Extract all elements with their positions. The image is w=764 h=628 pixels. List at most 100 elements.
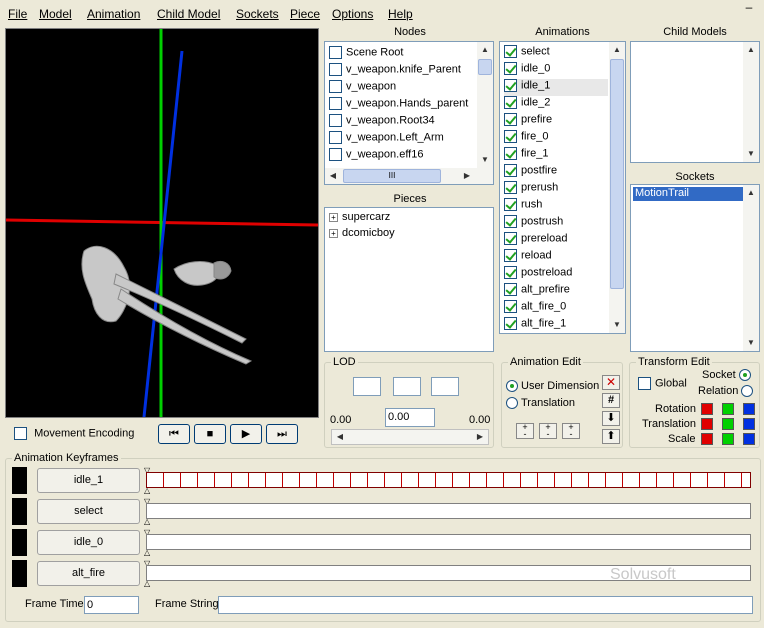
lod-box-2[interactable] [393, 377, 421, 396]
user-dimension-radio[interactable]: User Dimension [506, 380, 599, 393]
track-button-alt-fire[interactable]: alt_fire [37, 561, 140, 586]
scroll-down-icon[interactable]: ▼ [477, 152, 493, 168]
movement-encoding-checkbox[interactable]: Movement Encoding [14, 427, 134, 440]
sockets-list[interactable]: MotionTrail ▲ ▼ [630, 184, 760, 352]
node-item[interactable]: v_weapon.Root34 [329, 114, 435, 131]
3d-viewport[interactable] [5, 28, 319, 418]
animation-item[interactable]: select [504, 45, 550, 62]
track-button-select[interactable]: select [37, 499, 140, 524]
node-item[interactable]: v_weapon.knife_Parent [329, 63, 461, 80]
menu-file[interactable]: File [8, 7, 27, 21]
animation-item[interactable]: postfire [504, 164, 557, 181]
pieces-tree[interactable]: + supercarz + dcomicboy [324, 207, 494, 352]
animation-item-selected[interactable]: idle_1 [504, 79, 608, 96]
relation-radio[interactable]: Relation [698, 385, 756, 398]
menu-child-model[interactable]: Child Model [157, 7, 220, 21]
child-models-vscroll[interactable]: ▲ ▼ [743, 42, 759, 162]
nodes-vscroll[interactable]: ▲ ▼ [477, 42, 493, 168]
plus-minus-button-z[interactable]: + - [562, 423, 580, 439]
animation-item[interactable]: alt_fire_1 [504, 317, 566, 334]
animation-item[interactable]: fire_1 [504, 147, 549, 164]
expand-icon[interactable]: + [329, 228, 338, 238]
animation-checkbox[interactable] [504, 130, 517, 143]
scale-x-button[interactable] [701, 433, 713, 445]
tree-item[interactable]: + dcomicboy [329, 227, 395, 244]
animation-checkbox[interactable] [504, 266, 517, 279]
node-item[interactable]: v_weapon.Left_Arm [329, 131, 444, 148]
scroll-right-icon[interactable]: ▶ [459, 168, 475, 184]
animation-checkbox[interactable] [504, 96, 517, 109]
scroll-right-icon[interactable]: ▶ [472, 429, 488, 445]
stop-button[interactable]: ■ [194, 424, 226, 444]
global-checkbox[interactable]: Global [638, 377, 687, 390]
rotation-y-button[interactable] [722, 403, 734, 415]
menu-piece[interactable]: Piece [290, 7, 320, 21]
scroll-up-icon[interactable]: ▲ [743, 42, 759, 58]
movement-encoding-box[interactable] [14, 427, 27, 440]
child-models-list[interactable]: ▲ ▼ [630, 41, 760, 163]
scroll-up-icon[interactable]: ▲ [743, 185, 759, 201]
scroll-up-icon[interactable]: ▲ [609, 42, 625, 58]
node-checkbox[interactable] [329, 148, 342, 161]
scroll-thumb[interactable]: III [343, 169, 441, 183]
node-checkbox[interactable] [329, 97, 342, 110]
track-button-idle-0[interactable]: idle_0 [37, 530, 140, 555]
animation-item[interactable]: prereload [504, 232, 567, 249]
animation-checkbox[interactable] [504, 79, 517, 92]
scale-z-button[interactable] [743, 433, 755, 445]
node-item[interactable]: v_weapon.eff16 [329, 148, 423, 165]
nodes-list[interactable]: Scene Root v_weapon.knife_Parent v_weapo… [324, 41, 494, 185]
animation-checkbox[interactable] [504, 181, 517, 194]
nodes-hscroll[interactable]: ◀ III ▶ [325, 168, 493, 184]
minimize-button[interactable]: – [738, 1, 760, 16]
animation-item[interactable]: alt_fire_0 [504, 300, 566, 317]
scroll-thumb[interactable] [610, 59, 624, 289]
menu-model[interactable]: Model [39, 7, 72, 21]
animations-list[interactable]: select idle_0 idle_1 idle_2 prefire fire… [499, 41, 626, 334]
skip-end-button[interactable]: ⏭ [266, 424, 298, 444]
translation-x-button[interactable] [701, 418, 713, 430]
animation-checkbox[interactable] [504, 300, 517, 313]
menu-animation[interactable]: Animation [87, 7, 140, 21]
animation-checkbox[interactable] [504, 317, 517, 330]
animation-checkbox[interactable] [504, 283, 517, 296]
node-checkbox[interactable] [329, 46, 342, 59]
animation-checkbox[interactable] [504, 45, 517, 58]
scroll-left-icon[interactable]: ◀ [332, 429, 348, 445]
plus-minus-button-y[interactable]: + - [539, 423, 557, 439]
animation-checkbox[interactable] [504, 164, 517, 177]
translation-radio[interactable]: Translation [506, 397, 575, 410]
animation-item[interactable]: postrush [504, 215, 563, 232]
node-checkbox[interactable] [329, 80, 342, 93]
animation-item[interactable]: rush [504, 198, 542, 215]
rotation-z-button[interactable] [743, 403, 755, 415]
translation-z-button[interactable] [743, 418, 755, 430]
scroll-down-icon[interactable]: ▼ [609, 317, 625, 333]
animation-item[interactable]: prefire [504, 113, 552, 130]
keyframe-track-1[interactable] [146, 472, 751, 488]
scroll-thumb[interactable] [478, 59, 492, 75]
track-button-idle-1[interactable]: idle_1 [37, 468, 140, 493]
animation-checkbox[interactable] [504, 62, 517, 75]
scroll-down-icon[interactable]: ▼ [743, 146, 759, 162]
socket-item-selected[interactable]: MotionTrail [633, 187, 743, 201]
animation-item[interactable]: prerush [504, 181, 558, 198]
animation-checkbox[interactable] [504, 113, 517, 126]
frame-time-input[interactable]: 0 [84, 596, 139, 614]
node-checkbox[interactable] [329, 114, 342, 127]
keyframe-track-3[interactable] [146, 534, 751, 550]
lod-box-3[interactable] [431, 377, 459, 396]
menu-options[interactable]: Options [332, 7, 373, 21]
animation-checkbox[interactable] [504, 147, 517, 160]
scroll-left-icon[interactable]: ◀ [325, 168, 341, 184]
socket-radio[interactable]: Socket [702, 369, 754, 382]
node-item[interactable]: Scene Root [329, 46, 403, 63]
menu-help[interactable]: Help [388, 7, 413, 21]
animation-item[interactable]: fire_0 [504, 130, 549, 147]
keyframe-track-2[interactable] [146, 503, 751, 519]
animation-item[interactable]: reload [504, 249, 552, 266]
animation-checkbox[interactable] [504, 198, 517, 211]
animations-vscroll[interactable]: ▲ ▼ [609, 42, 625, 333]
scroll-down-icon[interactable]: ▼ [743, 335, 759, 351]
translation-y-button[interactable] [722, 418, 734, 430]
